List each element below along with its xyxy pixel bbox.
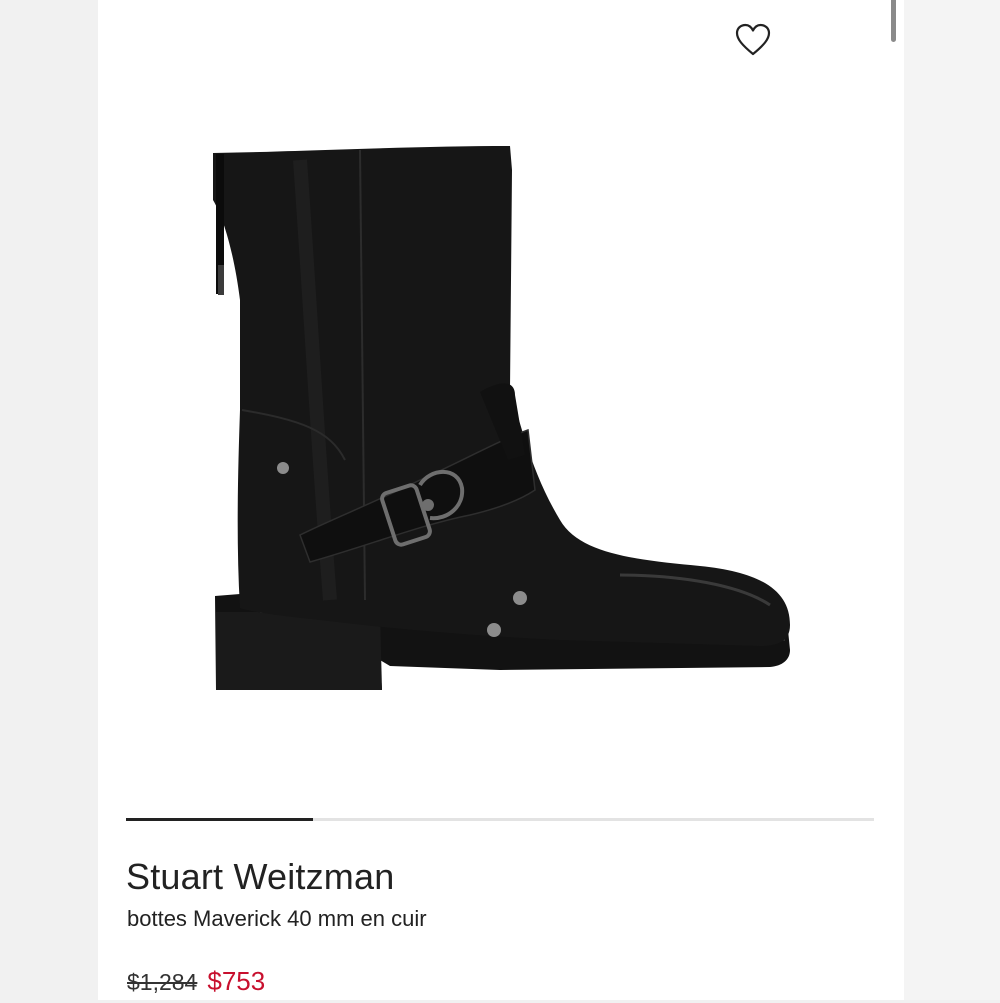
product-name[interactable]: bottes Maverick 40 mm en cuir bbox=[127, 904, 427, 934]
heart-outline-icon bbox=[735, 23, 771, 56]
sale-price: $753 bbox=[207, 966, 266, 996]
original-price: $1,284 bbox=[127, 969, 198, 995]
wishlist-button[interactable] bbox=[730, 18, 776, 62]
price-block: $1,284 $753 bbox=[127, 964, 265, 1003]
product-brand[interactable]: Stuart Weitzman bbox=[126, 855, 394, 899]
gallery-progress-fill bbox=[126, 818, 313, 821]
product-image[interactable] bbox=[200, 140, 800, 700]
adjacent-card-edge bbox=[904, 0, 1000, 1000]
gallery-progress bbox=[126, 818, 874, 821]
scrollbar-thumb[interactable] bbox=[891, 0, 896, 42]
